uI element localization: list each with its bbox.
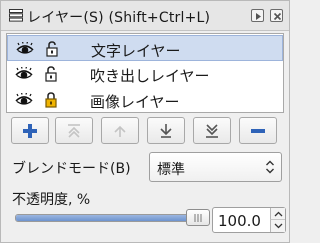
layers-icon [9, 9, 23, 22]
layer-name: 文字レイヤー [91, 42, 181, 60]
move-to-top-button[interactable] [55, 117, 93, 144]
decrement-button[interactable] [270, 220, 285, 232]
move-up-icon [114, 125, 126, 137]
chevron-up-icon [274, 211, 283, 217]
increment-button[interactable] [270, 208, 285, 220]
opacity-slider-track[interactable] [15, 214, 207, 222]
remove-icon [251, 129, 265, 133]
move-to-bottom-icon [206, 124, 218, 138]
layer-name: 吹き出しレイヤー [90, 67, 210, 85]
select-arrows-icon [266, 160, 274, 174]
chevron-down-icon [274, 223, 283, 229]
opacity-spinbox[interactable]: 100.0 [212, 207, 286, 233]
eye-icon[interactable] [15, 67, 33, 81]
opacity-slider-handle[interactable] [186, 209, 210, 226]
panel-title: レイヤー(S) (Shift+Ctrl+L) [27, 10, 211, 26]
remove-layer-button[interactable] [239, 117, 277, 144]
move-to-bottom-button[interactable] [193, 117, 231, 144]
layer-row-balloon[interactable]: 吹き出しレイヤー [7, 61, 283, 87]
layer-name: 画像レイヤー [90, 93, 180, 111]
panel-close-button[interactable] [270, 9, 283, 22]
blend-mode-select[interactable]: 標準 [149, 152, 282, 182]
pin-icon [256, 13, 261, 20]
eye-icon[interactable] [15, 93, 33, 107]
opacity-label: 不透明度, % [12, 192, 91, 208]
layer-list: 文字レイヤー 吹き出しレイヤー 画像レイヤー [6, 33, 284, 113]
move-down-icon [160, 124, 172, 138]
opacity-value[interactable]: 100.0 [218, 212, 261, 230]
blend-mode-label: ブレンドモード(B) [12, 161, 131, 177]
move-down-button[interactable] [147, 117, 185, 144]
add-icon [23, 124, 37, 138]
opacity-slider-fill [16, 215, 206, 221]
lock-icon[interactable] [45, 92, 57, 108]
layers-panel: レイヤー(S) (Shift+Ctrl+L) 文字レイヤー 吹き出しレイヤー 画… [0, 0, 290, 243]
move-to-top-icon [68, 124, 80, 138]
grip-icon [194, 214, 202, 222]
unlocked-icon[interactable] [45, 66, 57, 82]
panel-pin-button[interactable] [251, 9, 264, 22]
panel-title-bar: レイヤー(S) (Shift+Ctrl+L) [1, 1, 289, 31]
unlocked-icon[interactable] [46, 41, 58, 57]
eye-icon[interactable] [16, 42, 34, 56]
move-up-button[interactable] [101, 117, 139, 144]
close-icon [273, 12, 282, 21]
layer-row-image[interactable]: 画像レイヤー [7, 87, 283, 113]
blend-mode-value: 標準 [157, 162, 185, 178]
layer-row-text[interactable]: 文字レイヤー [7, 35, 283, 61]
add-layer-button[interactable] [11, 117, 49, 144]
